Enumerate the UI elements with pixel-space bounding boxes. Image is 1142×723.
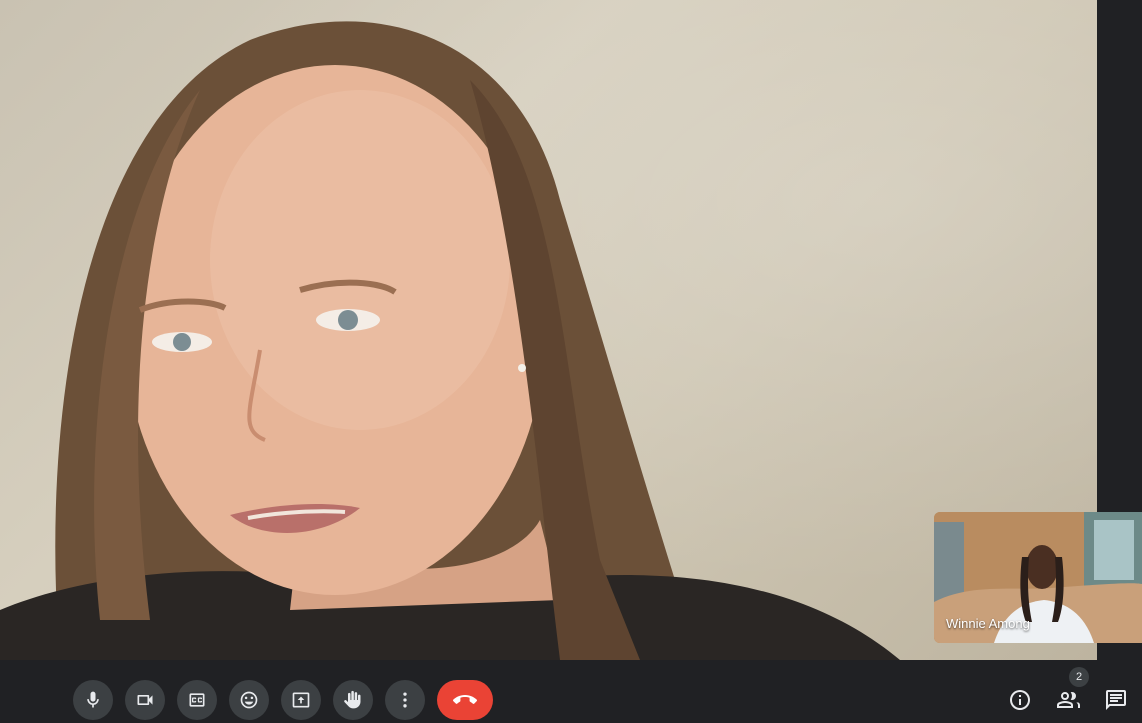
meeting-details-button[interactable]	[1006, 686, 1034, 714]
video-camera-icon	[137, 695, 153, 705]
self-view-tile[interactable]: Winnie Among	[934, 512, 1142, 643]
end-call-button[interactable]	[437, 680, 493, 720]
reactions-button[interactable]	[229, 680, 269, 720]
meeting-window: Winnie Among 2	[0, 0, 1142, 723]
chat-icon	[1106, 690, 1126, 710]
closed-captions-icon	[189, 693, 205, 707]
microphone-icon	[87, 691, 99, 708]
present-screen-icon	[292, 692, 310, 708]
people-icon	[1056, 692, 1080, 708]
emoji-icon	[240, 691, 258, 709]
speaker-figure	[0, 21, 900, 660]
people-button[interactable]	[1054, 686, 1082, 714]
more-vertical-icon	[403, 692, 407, 708]
main-speaker-video	[0, 0, 1097, 660]
self-view-name-label: Winnie Among	[946, 616, 1030, 631]
present-button[interactable]	[281, 680, 321, 720]
more-options-button[interactable]	[385, 680, 425, 720]
control-bar	[0, 660, 1142, 723]
participant-count-badge: 2	[1069, 667, 1089, 687]
camera-button[interactable]	[125, 680, 165, 720]
phone-hangup-icon	[453, 695, 477, 704]
side-strip	[1097, 0, 1142, 512]
chat-button[interactable]	[1102, 686, 1130, 714]
mic-button[interactable]	[73, 680, 113, 720]
captions-button[interactable]	[177, 680, 217, 720]
raise-hand-button[interactable]	[333, 680, 373, 720]
hand-icon	[344, 690, 361, 709]
info-icon	[1010, 690, 1030, 710]
